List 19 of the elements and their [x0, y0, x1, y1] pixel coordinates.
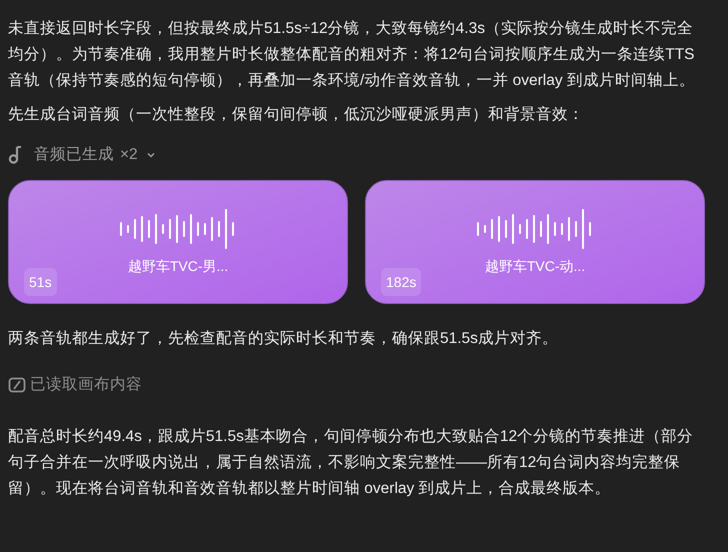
audio-card[interactable]: 越野车TVC-男... 51s: [8, 180, 348, 304]
expand-toggle[interactable]: [146, 150, 156, 160]
message-paragraph: 未直接返回时长字段，但按最终成片51.5s÷12分镜，大致每镜约4.3s（实际按分镜生成时长不完全均分）。为节奏准确，我用整片时长做整体配音的粗对齐：将12句台词按顺序生成为一条连续TTS音轨（保持节奏感的短句停顿），再叠加一条环境/动作音效音轨，一并 overlay 到成片时间轴上。: [8, 18, 696, 91]
music-note-icon: [8, 146, 24, 164]
duration-label: 51s: [24, 268, 57, 296]
waveform-icon: [120, 209, 236, 249]
message-paragraph: 配音总时长约49.4s，跟成片51.5s基本吻合，句间停顿分布也大致贴合12个分镜的节奏推进（部分句子合并在一次呼吸内说出，属于自然语流，不影响文案完整性——所有12句台词内容均完整保留）。现在将台词音轨和音效音轨都以整片时间轴 overlay 到成片上，合成最终版本。: [8, 427, 694, 499]
message-paragraph: 两条音轨都生成好了，先检查配音的实际时长和节奏，确保跟51.5s成片对齐。: [8, 329, 559, 349]
audio-card[interactable]: 越野车TVC-动... 182s: [365, 180, 705, 304]
audio-status-label: 音频已生成: [34, 145, 114, 165]
audio-count: ×2: [120, 145, 138, 165]
canvas-icon: [8, 377, 26, 393]
waveform-icon: [477, 209, 593, 249]
audio-title: 越野车TVC-动...: [484, 257, 586, 276]
audio-title: 越野车TVC-男...: [128, 257, 228, 276]
canvas-status-label: 已读取画布内容: [30, 375, 142, 395]
chevron-icon: [146, 150, 156, 160]
message-paragraph: 先生成台词音频（一次性整段，保留句间停顿，低沉沙哑硬派男声）和背景音效：: [8, 105, 585, 125]
duration-label: 182s: [381, 268, 422, 296]
